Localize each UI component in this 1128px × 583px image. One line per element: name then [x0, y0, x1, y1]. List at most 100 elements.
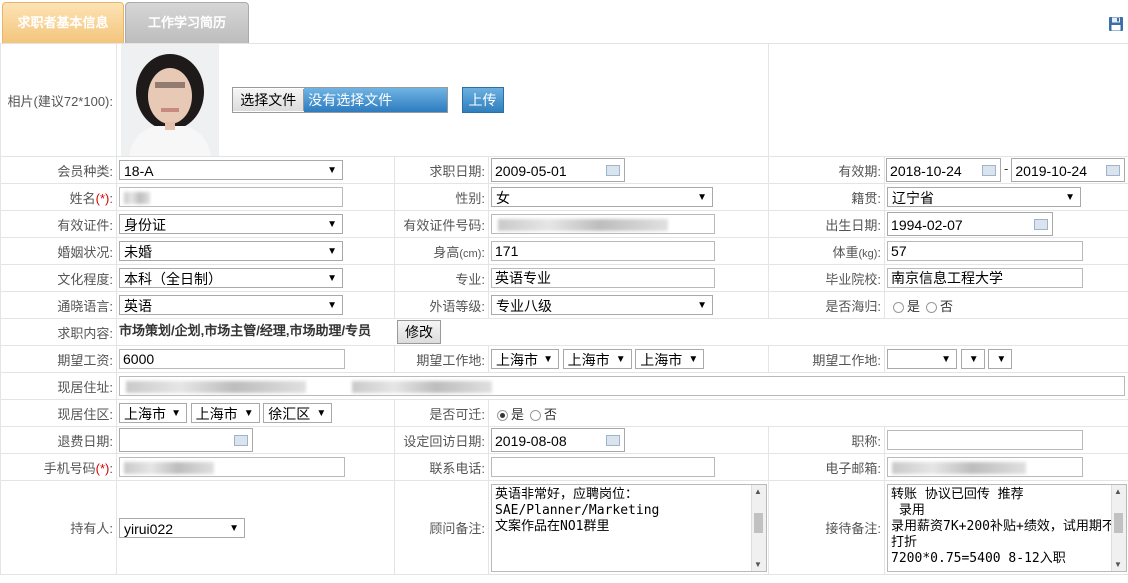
tab-work-study-resume[interactable]: 工作学习简历 [125, 2, 249, 44]
birth-date-label: 出生日期: [768, 210, 886, 238]
relocate-no-radio[interactable] [530, 409, 542, 421]
scroll-up-icon[interactable]: ▲ [1114, 487, 1122, 496]
scrollbar[interactable]: ▲ ▼ [1111, 484, 1127, 571]
returnee-label: 是否海归: [768, 291, 886, 319]
chevron-down-icon: ▼ [327, 165, 337, 176]
refund-date-input[interactable] [119, 428, 253, 452]
residence-district-select[interactable]: 徐汇区 ▼ [263, 403, 333, 423]
expected-province-select[interactable]: 上海市 ▼ [491, 349, 559, 369]
calendar-icon[interactable] [606, 435, 620, 446]
upload-button[interactable]: 上传 [461, 87, 504, 113]
tab-bar: 求职者基本信息 工作学习简历 [0, 0, 1128, 44]
expected-salary-label: 期望工资: [0, 345, 117, 373]
title-input[interactable] [887, 430, 1084, 450]
consultant-note-textarea[interactable]: 英语非常好，应聘岗位： SAE/Planner/Marketing 文案作品在N… [491, 483, 767, 572]
chevron-down-icon: ▼ [327, 246, 337, 257]
id-type-label: 有效证件: [0, 210, 117, 238]
valid-period-end-input[interactable]: 2019-10-24 [1011, 158, 1126, 182]
height-input[interactable] [491, 241, 715, 261]
returnee-no-radio[interactable] [926, 301, 938, 313]
relocate-yes-radio[interactable] [497, 409, 508, 421]
calendar-icon[interactable] [1034, 219, 1049, 230]
gender-label: 性别: [394, 183, 489, 211]
scroll-down-icon[interactable]: ▼ [754, 560, 762, 569]
name-input[interactable] [119, 187, 343, 207]
mobile-label: 手机号码(*): [0, 453, 117, 481]
calendar-icon[interactable] [606, 165, 620, 176]
school-input[interactable] [887, 268, 1084, 288]
residence-label: 现居住区: [0, 399, 117, 427]
calendar-icon[interactable] [1106, 165, 1121, 176]
expected-city-select[interactable]: 上海市 ▼ [562, 349, 632, 369]
chevron-down-icon: ▼ [229, 522, 239, 534]
relocate-label: 是否可迁: [394, 399, 489, 427]
modify-button[interactable]: 修改 [397, 320, 441, 344]
chevron-down-icon: ▼ [327, 273, 337, 284]
weight-label: 体重(kg): [768, 237, 886, 265]
phone-label: 联系电话: [394, 453, 489, 481]
reception-note-textarea[interactable]: 转账 协议已回传 推荐 录用 录用薪资7K+200补贴+绩效，试用期不打折 72… [887, 483, 1128, 572]
chevron-down-icon: ▼ [996, 354, 1007, 365]
expected-location-2-label: 期望工作地: [768, 345, 886, 373]
major-input[interactable] [491, 268, 715, 288]
chevron-down-icon: ▼ [615, 354, 626, 365]
phone-input[interactable] [491, 457, 715, 477]
chevron-down-icon: ▼ [697, 192, 707, 203]
relocate-yes-label: 是 [511, 406, 525, 422]
chevron-down-icon: ▼ [243, 408, 254, 419]
language-label: 通晓语言: [0, 291, 117, 319]
chevron-down-icon: ▼ [316, 408, 327, 419]
chevron-down-icon: ▼ [1065, 192, 1076, 203]
scroll-down-icon[interactable]: ▼ [1114, 560, 1122, 569]
expected-location-label: 期望工作地: [394, 345, 489, 373]
birth-date-input[interactable]: 1994-02-07 [887, 212, 1054, 236]
gender-select[interactable]: 女 ▼ [491, 187, 713, 207]
revisit-date-input[interactable]: 2019-08-08 [491, 428, 625, 452]
expected-city-2-select[interactable]: ▼ [960, 349, 985, 369]
date-separator: - [1004, 161, 1009, 177]
relocate-no-label: 否 [544, 406, 558, 422]
name-label: 姓名(*): [0, 183, 117, 211]
choose-file-button[interactable]: 选择文件 [233, 89, 305, 111]
scrollbar[interactable]: ▲ ▼ [751, 484, 766, 571]
weight-input[interactable] [887, 241, 1084, 261]
expected-province-2-select[interactable]: ▼ [887, 349, 958, 369]
lang-level-label: 外语等级: [394, 291, 489, 319]
member-type-select[interactable]: 18-A ▼ [119, 160, 343, 180]
id-type-select[interactable]: 身份证 ▼ [119, 214, 343, 234]
returnee-yes-radio[interactable] [893, 301, 905, 313]
calendar-icon[interactable] [234, 435, 248, 446]
marital-select[interactable]: 未婚 ▼ [119, 241, 343, 261]
native-place-select[interactable]: 辽宁省 ▼ [887, 187, 1082, 207]
lang-level-select[interactable]: 专业八级 ▼ [491, 295, 713, 315]
expected-district-2-select[interactable]: ▼ [988, 349, 1013, 369]
chevron-down-icon: ▼ [968, 354, 979, 365]
scroll-up-icon[interactable]: ▲ [754, 487, 762, 496]
height-label: 身高(cm): [394, 237, 489, 265]
residence-city-select[interactable]: 上海市 ▼ [190, 403, 260, 423]
returnee-yes-label: 是 [907, 298, 921, 314]
chevron-down-icon: ▼ [327, 300, 337, 311]
expected-district-select[interactable]: 上海市 ▼ [635, 349, 705, 369]
holder-select[interactable]: yirui022 ▼ [119, 517, 245, 538]
tab-basic-info[interactable]: 求职者基本信息 [2, 2, 124, 44]
job-date-input[interactable]: 2009-05-01 [491, 158, 625, 182]
save-icon[interactable] [1108, 16, 1124, 32]
residence-province-select[interactable]: 上海市 ▼ [119, 403, 187, 423]
marital-label: 婚姻状况: [0, 237, 117, 265]
language-select[interactable]: 英语 ▼ [119, 295, 343, 315]
chevron-down-icon: ▼ [327, 219, 337, 230]
valid-period-start-input[interactable]: 2018-10-24 [886, 158, 1002, 182]
applicant-photo [121, 44, 219, 156]
revisit-date-label: 设定回访日期: [394, 426, 489, 454]
job-content-value: 市场策划/企划,市场主管/经理,市场助理/专员 [119, 323, 372, 339]
calendar-icon[interactable] [982, 165, 997, 176]
mobile-input[interactable] [119, 457, 345, 477]
expected-salary-input[interactable] [119, 349, 345, 369]
email-input[interactable] [887, 457, 1084, 477]
school-label: 毕业院校: [768, 264, 886, 292]
refund-date-label: 退费日期: [0, 426, 117, 454]
address-input[interactable] [119, 376, 1125, 396]
education-select[interactable]: 本科（全日制） ▼ [119, 268, 343, 288]
id-number-input[interactable] [491, 214, 715, 234]
